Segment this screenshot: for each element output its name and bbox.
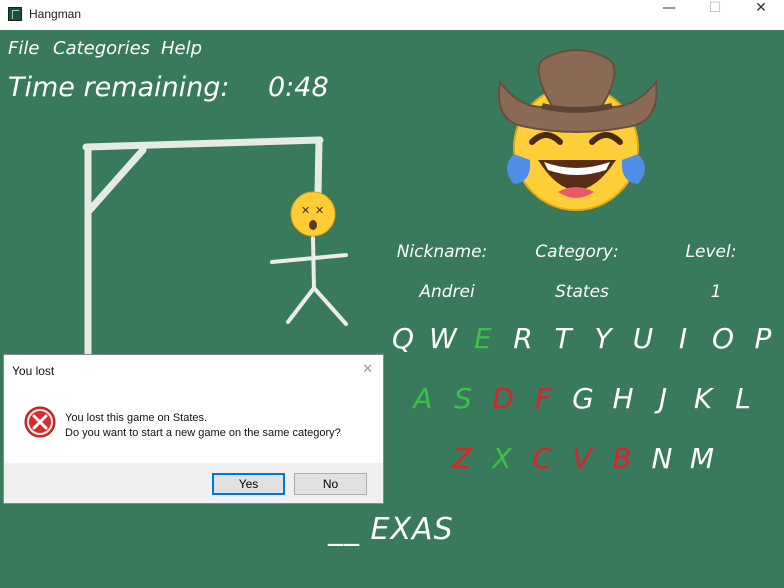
level-value: 1 (710, 282, 722, 302)
gallows-beam (82, 136, 324, 151)
no-button[interactable]: No (294, 473, 367, 495)
letter-key-w[interactable]: W (425, 322, 461, 355)
letter-key-n[interactable]: N (644, 442, 680, 475)
dialog-message-line1: You lost this game on States. (65, 412, 208, 424)
letter-key-e[interactable]: E (465, 322, 501, 355)
svg-text:✕: ✕ (301, 204, 310, 217)
letter-key-v[interactable]: V (564, 442, 600, 475)
letter-key-s[interactable]: S (445, 382, 481, 415)
letter-key-d[interactable]: D (485, 382, 521, 415)
letter-key-f[interactable]: F (525, 382, 561, 415)
figure-left-leg (286, 286, 316, 324)
letter-key-o[interactable]: O (705, 322, 741, 355)
dizzy-face-emoji-icon: ✕ ✕ (290, 191, 336, 237)
figure-right-leg (312, 286, 348, 326)
nickname-value: Andrei (419, 282, 475, 302)
yes-button[interactable]: Yes (212, 473, 285, 495)
gallows-brace (84, 146, 147, 216)
letter-key-c[interactable]: C (524, 442, 560, 475)
letter-key-y[interactable]: Y (585, 322, 621, 355)
letter-key-l[interactable]: L (725, 382, 761, 415)
letter-key-r[interactable]: R (505, 322, 541, 355)
figure-body (311, 236, 316, 290)
letter-key-h[interactable]: H (605, 382, 641, 415)
nickname-label: Nickname: (396, 242, 488, 262)
laughing-cowboy-emoji-icon (498, 49, 658, 211)
letter-key-x[interactable]: X (484, 442, 520, 475)
letter-key-b[interactable]: B (604, 442, 640, 475)
letter-key-i[interactable]: I (665, 322, 701, 355)
letter-key-j[interactable]: J (645, 382, 681, 415)
category-label: Category: (535, 242, 619, 262)
letter-key-p[interactable]: P (745, 322, 781, 355)
letter-key-q[interactable]: Q (385, 322, 421, 355)
you-lost-dialog: You lost ✕ You lost this game on States.… (3, 354, 384, 504)
letter-key-a[interactable]: A (405, 382, 441, 415)
error-icon (24, 406, 56, 438)
hanged-figure (270, 236, 348, 326)
gallows-rope (314, 136, 323, 197)
letter-key-t[interactable]: T (545, 322, 581, 355)
dialog-message-line2: Do you want to start a new game on the s… (65, 427, 341, 439)
dialog-body: You lost this game on States. Do you wan… (4, 385, 383, 463)
word-display: __ EXAS (328, 512, 454, 547)
letter-key-m[interactable]: M (684, 442, 720, 475)
letter-key-g[interactable]: G (565, 382, 601, 415)
dialog-close-button[interactable]: ✕ (362, 361, 373, 377)
category-value: States (555, 282, 609, 302)
svg-text:✕: ✕ (315, 204, 324, 217)
dialog-title: You lost (12, 364, 55, 378)
letter-key-u[interactable]: U (625, 322, 661, 355)
letter-key-k[interactable]: K (685, 382, 721, 415)
level-label: Level: (685, 242, 737, 262)
figure-arms (270, 253, 348, 264)
dialog-header: You lost ✕ (4, 355, 383, 385)
letter-key-z[interactable]: Z (444, 442, 480, 475)
